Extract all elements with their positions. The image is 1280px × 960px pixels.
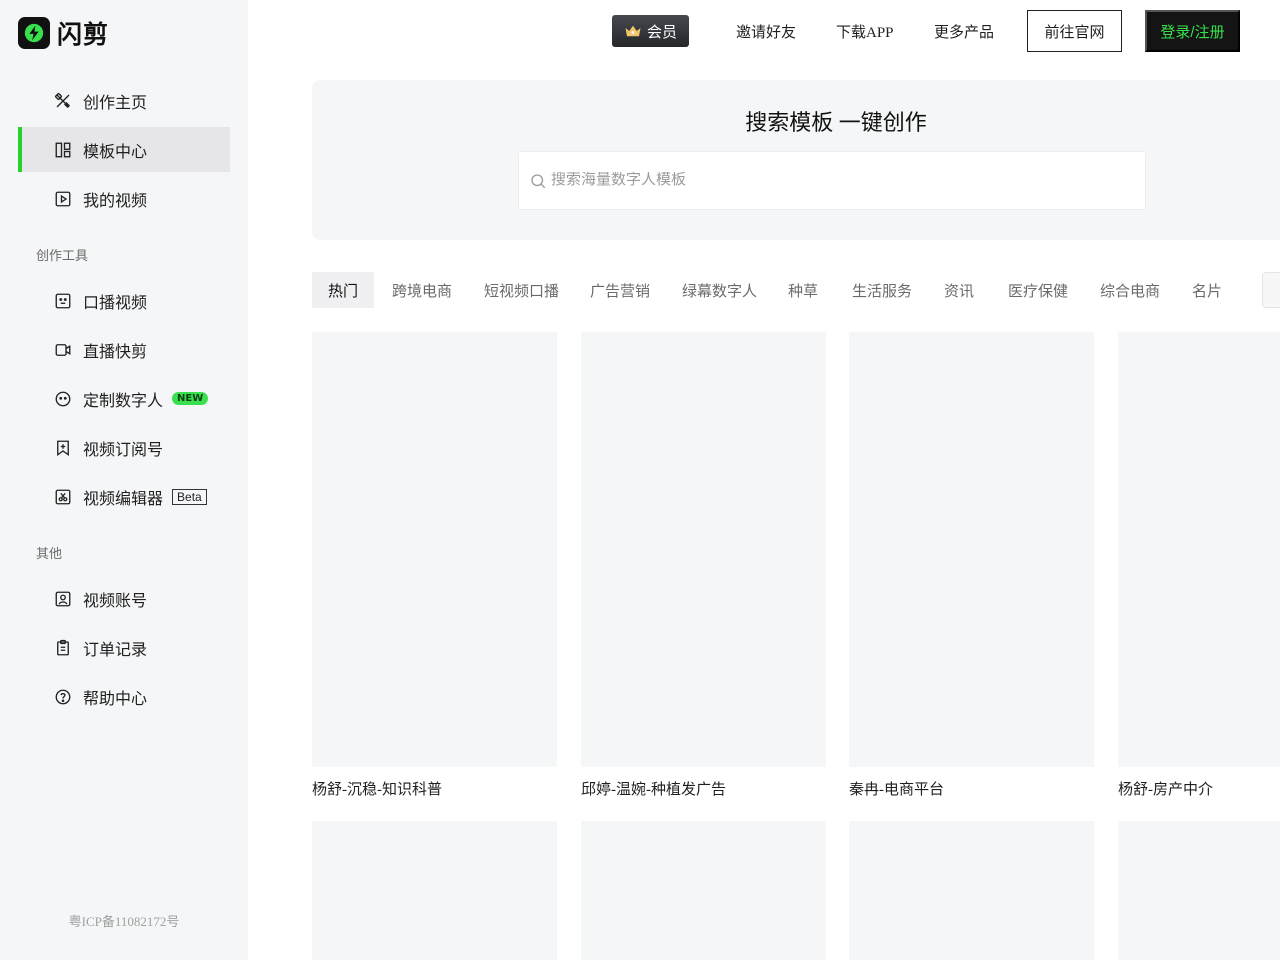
template-icon bbox=[53, 140, 73, 160]
template-thumbnail[interactable] bbox=[849, 821, 1094, 960]
sidebar-item-label: 定制数字人 bbox=[83, 392, 164, 410]
section-label-tools: 创作工具 bbox=[36, 248, 89, 263]
icp-license[interactable]: 粤ICP备11082172号 bbox=[0, 911, 248, 930]
tab-seeding[interactable]: 种草 bbox=[788, 272, 818, 308]
page: 闪剪 创作主页 模板中心 我的视频 创作工具 口播视频 直播快剪 定制数字人 N… bbox=[0, 0, 1280, 960]
sidebar-item-label: 我的视频 bbox=[83, 192, 148, 210]
template-thumbnail[interactable] bbox=[1118, 821, 1280, 960]
tab-green-screen[interactable]: 绿幕数字人 bbox=[682, 272, 757, 308]
camera-icon bbox=[53, 340, 73, 360]
user-card-icon bbox=[53, 589, 73, 609]
template-title: 秦冉-电商平台 bbox=[849, 782, 944, 798]
tab-healthcare[interactable]: 医疗保健 bbox=[1008, 272, 1068, 308]
login-register-button[interactable]: 登录/注册 bbox=[1145, 10, 1240, 52]
sidebar-item-live-clip[interactable]: 直播快剪 bbox=[18, 327, 230, 372]
template-title: 杨舒-沉稳-知识科普 bbox=[312, 782, 442, 798]
vip-button[interactable]: 会员 bbox=[612, 15, 689, 47]
sidebar-item-label: 直播快剪 bbox=[83, 343, 148, 361]
bookmark-plus-icon bbox=[53, 438, 73, 458]
tab-life-services[interactable]: 生活服务 bbox=[852, 272, 912, 308]
template-thumbnail[interactable] bbox=[312, 332, 557, 767]
sidebar-item-templates[interactable]: 模板中心 bbox=[18, 127, 230, 172]
template-title: 杨舒-房产中介 bbox=[1118, 782, 1213, 798]
sidebar-item-home[interactable]: 创作主页 bbox=[18, 78, 230, 123]
template-card[interactable]: 邱婷-温婉-种植发广告 bbox=[581, 332, 826, 799]
sidebar-item-talking-video[interactable]: 口播视频 bbox=[18, 278, 230, 323]
template-card[interactable]: 杨舒-房产中介 bbox=[1118, 332, 1280, 799]
template-thumbnail[interactable] bbox=[1118, 332, 1280, 767]
scissors-icon bbox=[53, 487, 73, 507]
tab-short-video[interactable]: 短视频口播 bbox=[484, 272, 559, 308]
search-input[interactable] bbox=[551, 172, 1111, 189]
beta-badge: Beta bbox=[172, 488, 207, 505]
template-thumbnail[interactable] bbox=[312, 821, 557, 960]
sidebar-item-video-account[interactable]: 视频账号 bbox=[18, 576, 230, 621]
tools-icon bbox=[53, 91, 73, 111]
help-icon bbox=[53, 687, 73, 707]
tab-business-card[interactable]: 名片 bbox=[1192, 272, 1222, 308]
sidebar-item-video-editor[interactable]: 视频编辑器 Beta bbox=[18, 474, 230, 519]
tab-cross-border-ecommerce[interactable]: 跨境电商 bbox=[392, 272, 452, 308]
official-site-button[interactable]: 前往官网 bbox=[1027, 10, 1122, 52]
template-thumbnail[interactable] bbox=[581, 332, 826, 767]
brand-logo[interactable]: 闪剪 bbox=[18, 15, 109, 51]
sidebar-item-label: 创作主页 bbox=[83, 94, 148, 112]
sidebar-item-help[interactable]: 帮助中心 bbox=[18, 674, 230, 719]
clipboard-icon bbox=[53, 638, 73, 658]
sidebar-item-label: 口播视频 bbox=[83, 294, 148, 312]
tab-hot[interactable]: 热门 bbox=[312, 272, 375, 308]
tab-news[interactable]: 资讯 bbox=[944, 272, 974, 308]
sidebar: 闪剪 创作主页 模板中心 我的视频 创作工具 口播视频 直播快剪 定制数字人 N… bbox=[0, 0, 248, 960]
sidebar-item-label: 视频编辑器 bbox=[83, 490, 164, 508]
template-thumbnail[interactable] bbox=[849, 332, 1094, 767]
search-icon bbox=[529, 172, 547, 190]
search-box[interactable] bbox=[518, 151, 1146, 210]
brand-name: 闪剪 bbox=[57, 20, 110, 49]
invite-friends-link[interactable]: 邀请好友 bbox=[736, 21, 796, 42]
download-app-link[interactable]: 下载APP bbox=[836, 21, 894, 42]
smile-icon bbox=[53, 389, 73, 409]
vip-label: 会员 bbox=[646, 24, 677, 41]
sidebar-item-label: 视频订阅号 bbox=[83, 441, 164, 459]
template-card[interactable]: 杨舒-沉稳-知识科普 bbox=[312, 332, 557, 799]
new-badge: NEW bbox=[172, 392, 209, 405]
crown-icon bbox=[624, 23, 642, 39]
tab-general-ecommerce[interactable]: 综合电商 bbox=[1100, 272, 1160, 308]
lightning-logo-icon bbox=[18, 17, 50, 49]
sidebar-item-custom-avatar[interactable]: 定制数字人 NEW bbox=[18, 376, 230, 421]
sidebar-item-label: 视频账号 bbox=[83, 592, 148, 610]
sidebar-item-label: 模板中心 bbox=[83, 143, 148, 161]
sidebar-item-label: 帮助中心 bbox=[83, 690, 148, 708]
more-products-link[interactable]: 更多产品 bbox=[934, 21, 994, 42]
template-thumbnail[interactable] bbox=[581, 821, 826, 960]
section-label-other: 其他 bbox=[36, 546, 63, 561]
face-scan-icon bbox=[53, 291, 73, 311]
sidebar-item-label: 订单记录 bbox=[83, 641, 148, 659]
sidebar-item-orders[interactable]: 订单记录 bbox=[18, 625, 230, 670]
template-card[interactable]: 秦冉-电商平台 bbox=[849, 332, 1094, 799]
template-title: 邱婷-温婉-种植发广告 bbox=[581, 782, 726, 798]
tab-advertising[interactable]: 广告营销 bbox=[590, 272, 650, 308]
search-title: 搜索模板 一键创作 bbox=[745, 110, 927, 135]
sidebar-item-my-videos[interactable]: 我的视频 bbox=[18, 176, 230, 221]
tabs-more-button[interactable] bbox=[1262, 272, 1280, 308]
sidebar-item-video-subscription[interactable]: 视频订阅号 bbox=[18, 425, 230, 470]
play-icon bbox=[53, 189, 73, 209]
